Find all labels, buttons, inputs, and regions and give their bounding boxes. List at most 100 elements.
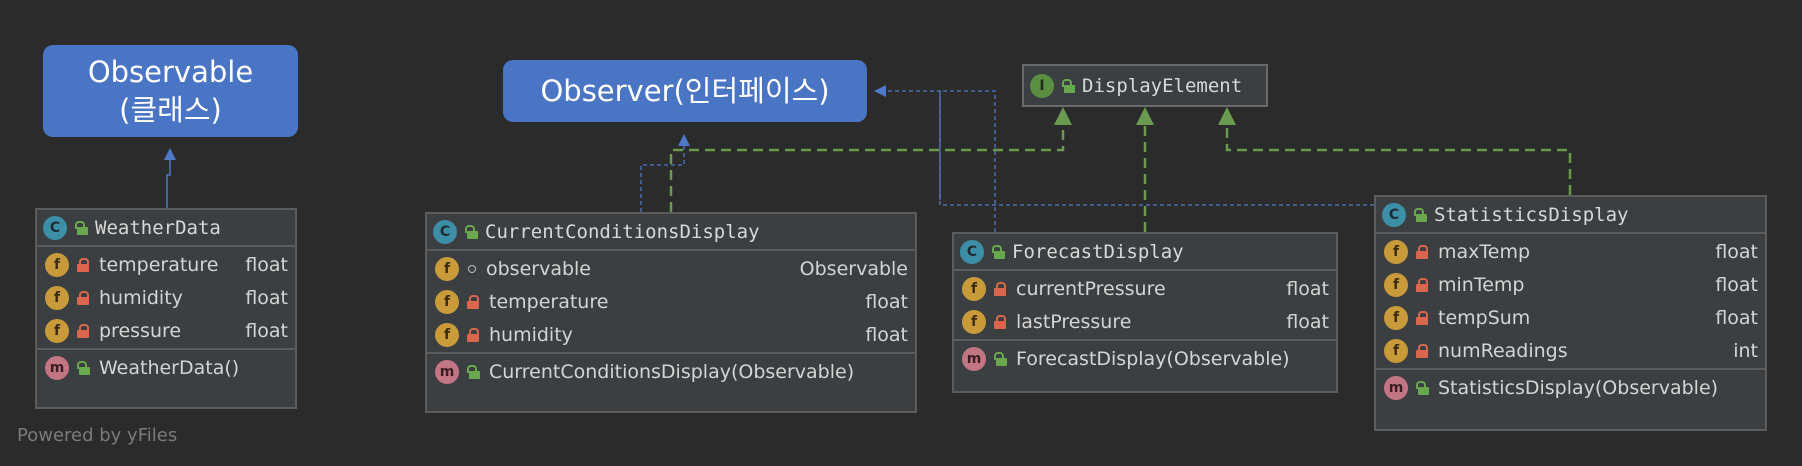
class-title: CurrentConditionsDisplay <box>485 220 760 243</box>
field-type: float <box>245 319 288 342</box>
field-name: minTemp <box>1438 273 1525 296</box>
field-row: f humidity float <box>37 281 295 314</box>
interface-icon: I <box>1030 73 1054 98</box>
method-icon: m <box>1384 375 1408 400</box>
public-lock-icon <box>1414 207 1427 222</box>
class-header: C StatisticsDisplay <box>1376 197 1765 234</box>
field-type: float <box>865 323 908 346</box>
class-title: WeatherData <box>95 216 221 239</box>
private-lock-icon <box>77 290 89 305</box>
field-type: float <box>1286 310 1329 333</box>
field-row: f minTemp float <box>1376 268 1765 301</box>
private-lock-icon <box>77 323 89 338</box>
class-icon: C <box>433 219 457 244</box>
method-icon: m <box>962 346 986 371</box>
method-list: m CurrentConditionsDisplay(Observable) <box>427 354 915 389</box>
field-row: f maxTemp float <box>1376 235 1765 268</box>
method-row: m WeatherData() <box>37 351 295 384</box>
implements-arrowhead-2 <box>1136 107 1154 125</box>
private-lock-icon <box>77 257 89 272</box>
class-currentconditionsdisplay[interactable]: C CurrentConditionsDisplay f observable … <box>425 212 917 413</box>
class-icon: C <box>1382 202 1406 227</box>
field-name: temperature <box>99 253 219 276</box>
public-lock-icon <box>1062 78 1075 93</box>
method-list: m WeatherData() <box>37 350 295 385</box>
field-type: float <box>1715 306 1758 329</box>
method-icon: m <box>45 355 69 380</box>
field-row: f currentPressure float <box>954 272 1336 305</box>
edge-current-to-observer <box>640 134 690 212</box>
public-lock-icon <box>77 360 90 375</box>
field-name: temperature <box>489 290 609 313</box>
field-list: f temperature float f humidity float f p… <box>37 247 295 350</box>
powered-by-footer: Powered by yFiles <box>17 425 178 446</box>
observable-callout-line1: Observable <box>87 55 254 89</box>
observable-callout: Observable (클래스) <box>43 45 298 137</box>
field-name: lastPressure <box>1016 310 1132 333</box>
method-icon: m <box>435 359 459 384</box>
public-lock-icon <box>75 220 88 235</box>
field-row: f lastPressure float <box>954 305 1336 338</box>
public-lock-icon <box>992 244 1005 259</box>
interface-displayelement[interactable]: I DisplayElement <box>1022 64 1268 107</box>
interface-title: DisplayElement <box>1082 74 1243 97</box>
field-name: currentPressure <box>1016 277 1166 300</box>
class-header: C ForecastDisplay <box>954 234 1336 271</box>
observable-callout-line2: (클래스) <box>119 93 222 127</box>
field-name: maxTemp <box>1438 240 1531 263</box>
field-icon: f <box>1384 239 1408 264</box>
edge-weatherdata-to-observable <box>164 148 176 208</box>
edge-forecast-to-observer <box>874 85 996 232</box>
field-list: f currentPressure float f lastPressure f… <box>954 271 1336 341</box>
field-row: f observable Observable <box>427 252 915 285</box>
field-row: f temperature float <box>427 285 915 318</box>
private-lock-icon <box>994 314 1006 329</box>
edge-statistics-to-observer <box>939 91 1374 206</box>
public-lock-icon <box>994 351 1007 366</box>
field-icon: f <box>435 289 459 314</box>
field-name: humidity <box>99 286 183 309</box>
package-private-icon <box>468 264 476 273</box>
field-icon: f <box>1384 305 1408 330</box>
class-icon: C <box>960 239 984 264</box>
method-row: m CurrentConditionsDisplay(Observable) <box>427 355 915 388</box>
class-header: C CurrentConditionsDisplay <box>427 214 915 251</box>
method-name: CurrentConditionsDisplay(Observable) <box>489 360 855 383</box>
method-row: m StatisticsDisplay(Observable) <box>1376 371 1765 404</box>
public-lock-icon <box>1416 380 1429 395</box>
field-type: float <box>245 253 288 276</box>
method-list: m StatisticsDisplay(Observable) <box>1376 370 1765 405</box>
field-type: float <box>245 286 288 309</box>
public-lock-icon <box>465 224 478 239</box>
field-row: f pressure float <box>37 314 295 347</box>
implements-arrowhead-1 <box>1054 107 1072 125</box>
field-type: float <box>1286 277 1329 300</box>
private-lock-icon <box>1416 310 1428 325</box>
field-icon: f <box>435 322 459 347</box>
class-weatherdata[interactable]: C WeatherData f temperature float f humi… <box>35 208 297 409</box>
field-icon: f <box>45 252 69 277</box>
class-icon: C <box>43 215 67 240</box>
field-row: f tempSum float <box>1376 301 1765 334</box>
field-list: f maxTemp float f minTemp float f tempSu… <box>1376 234 1765 370</box>
observer-callout: Observer(인터페이스) <box>503 60 867 122</box>
field-icon: f <box>1384 272 1408 297</box>
field-type: Observable <box>799 257 908 280</box>
public-lock-icon <box>467 364 480 379</box>
field-icon: f <box>45 285 69 310</box>
field-icon: f <box>962 309 986 334</box>
class-forecastdisplay[interactable]: C ForecastDisplay f currentPressure floa… <box>952 232 1338 393</box>
field-type: float <box>1715 273 1758 296</box>
method-row: m ForecastDisplay(Observable) <box>954 342 1336 375</box>
field-name: numReadings <box>1438 339 1568 362</box>
class-title: ForecastDisplay <box>1012 240 1184 263</box>
method-name: ForecastDisplay(Observable) <box>1016 347 1290 370</box>
private-lock-icon <box>1416 343 1428 358</box>
private-lock-icon <box>994 281 1006 296</box>
edge-statistics-implements-displayelement <box>1225 124 1572 195</box>
private-lock-icon <box>1416 244 1428 259</box>
class-statisticsdisplay[interactable]: C StatisticsDisplay f maxTemp float f mi… <box>1374 195 1767 431</box>
field-type: int <box>1733 339 1758 362</box>
field-row: f temperature float <box>37 248 295 281</box>
private-lock-icon <box>467 327 479 342</box>
